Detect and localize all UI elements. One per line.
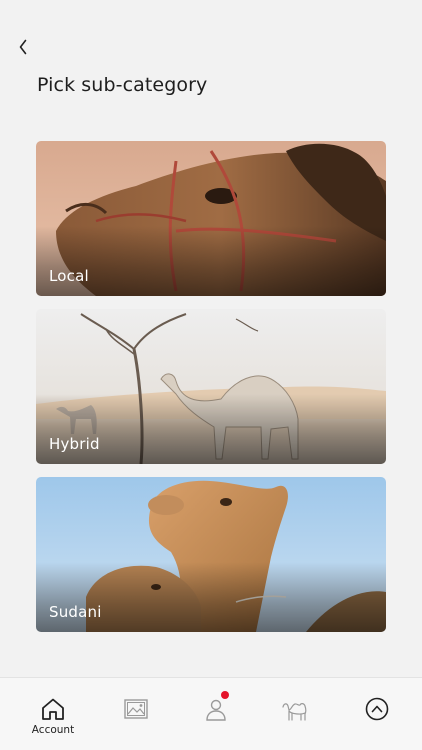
card-shade <box>36 394 386 464</box>
chevron-up-circle-icon <box>365 697 389 721</box>
chevron-left-icon <box>19 39 27 55</box>
category-card-local[interactable]: Local <box>36 141 386 296</box>
category-label-local: Local <box>49 267 89 285</box>
tab-profile[interactable] <box>186 678 246 750</box>
page-title: Pick sub-category <box>37 74 208 96</box>
camel-icon <box>282 703 307 721</box>
card-shade <box>36 226 386 296</box>
category-card-hybrid[interactable]: Hybrid <box>36 309 386 464</box>
tab-gallery[interactable] <box>106 678 166 750</box>
home-icon <box>42 698 64 720</box>
category-card-sudani[interactable]: Sudani <box>36 477 386 632</box>
image-gallery-icon <box>124 699 148 719</box>
tab-more[interactable] <box>347 678 407 750</box>
tab-account[interactable]: Account <box>23 678 83 750</box>
notification-badge <box>221 691 229 699</box>
card-shade <box>36 562 386 632</box>
tab-account-label: Account <box>31 724 75 736</box>
bottom-tab-bar: Account <box>0 677 422 750</box>
back-button[interactable] <box>12 36 34 58</box>
screen: Pick sub-category Local Hybrid Sudani Ac… <box>0 0 422 750</box>
category-label-sudani: Sudani <box>49 603 102 621</box>
category-label-hybrid: Hybrid <box>49 435 100 453</box>
user-icon <box>206 699 226 721</box>
tab-camels[interactable] <box>265 678 325 750</box>
